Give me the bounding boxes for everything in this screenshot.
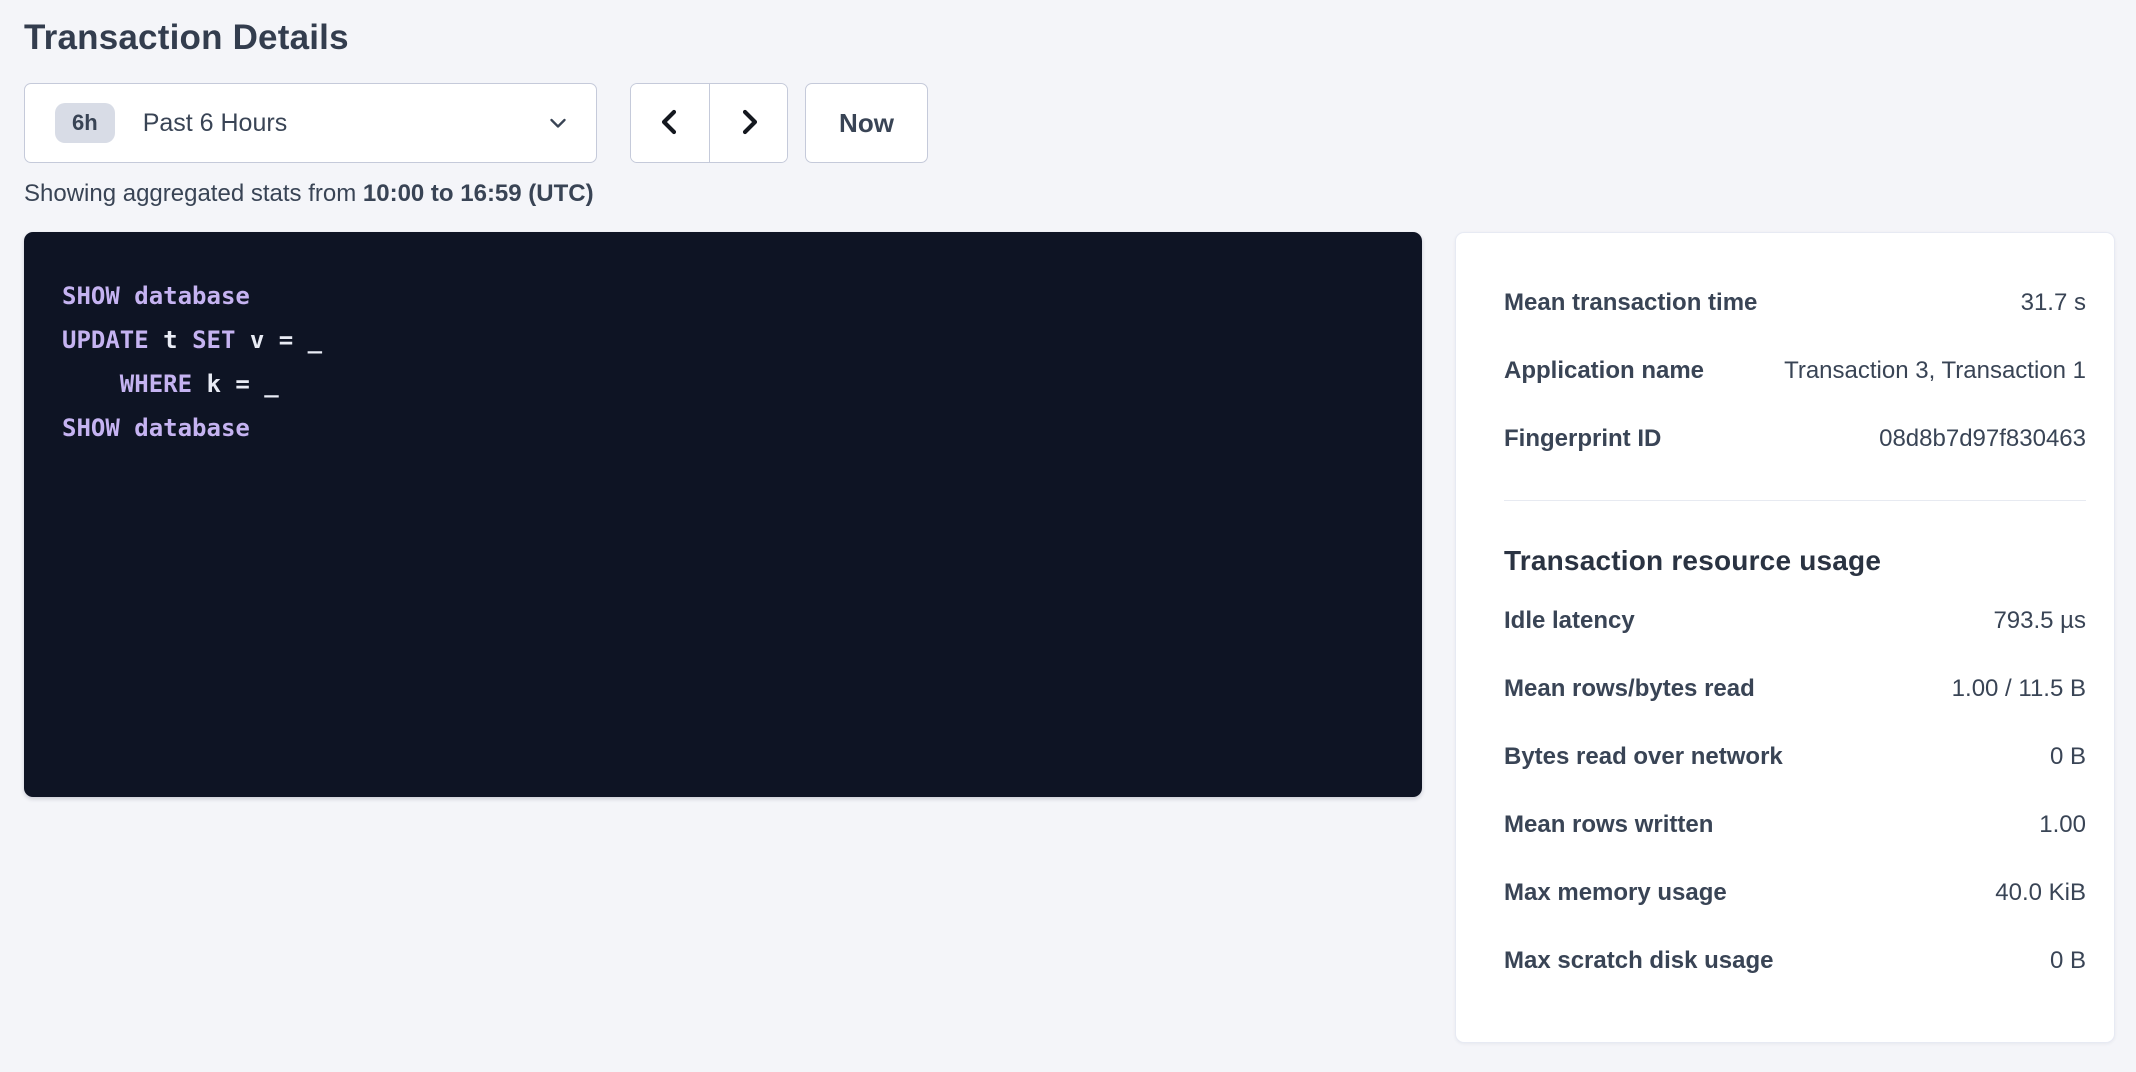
chevron-left-icon: [654, 106, 686, 141]
time-range-badge: 6h: [55, 103, 115, 143]
sql-statement-box: SHOW databaseUPDATE t SET v = _ WHERE k …: [24, 232, 1422, 797]
chevron-down-icon: [546, 111, 570, 135]
now-button[interactable]: Now: [805, 83, 928, 163]
sql-line: UPDATE t SET v = _: [62, 318, 1384, 362]
stat-value: 0 B: [2050, 947, 2086, 975]
stat-label: Mean rows written: [1504, 811, 1713, 839]
stat-label: Bytes read over network: [1504, 743, 1783, 771]
stat-value: Transaction 3, Transaction 1: [1784, 357, 2086, 385]
resource-usage-section: Idle latency 793.5 µs Mean rows/bytes re…: [1504, 587, 2086, 995]
time-picker-controls: 6h Past 6 Hours Now: [24, 83, 2115, 163]
time-range-select[interactable]: 6h Past 6 Hours: [24, 83, 597, 163]
stat-label: Mean rows/bytes read: [1504, 675, 1755, 703]
stat-value: 0 B: [2050, 743, 2086, 771]
stat-value: 793.5 µs: [1993, 607, 2086, 635]
page-title: Transaction Details: [24, 18, 2115, 58]
card-divider: [1504, 500, 2086, 501]
stat-value: 1.00 / 11.5 B: [1952, 675, 2086, 703]
stat-label: Mean transaction time: [1504, 289, 1757, 317]
next-time-range-button[interactable]: [709, 84, 787, 162]
summary-stats-section: Mean transaction time 31.7 s Application…: [1504, 269, 2086, 473]
sql-line: SHOW database: [62, 274, 1384, 318]
stat-value: 1.00: [2039, 811, 2086, 839]
stat-value: 08d8b7d97f830463: [1879, 425, 2086, 453]
stat-row: Max scratch disk usage 0 B: [1504, 927, 2086, 995]
main-content: SHOW databaseUPDATE t SET v = _ WHERE k …: [24, 232, 2115, 1043]
stat-value: 40.0 KiB: [1995, 879, 2086, 907]
stat-label: Max scratch disk usage: [1504, 947, 1773, 975]
sql-line: SHOW database: [62, 406, 1384, 450]
chevron-right-icon: [733, 106, 765, 141]
resource-usage-heading: Transaction resource usage: [1504, 545, 2086, 577]
transaction-details-card: Mean transaction time 31.7 s Application…: [1455, 232, 2115, 1043]
summary-prefix: Showing aggregated stats from: [24, 180, 356, 207]
stat-row: Idle latency 793.5 µs: [1504, 587, 2086, 655]
aggregated-stats-summary: Showing aggregated stats from 10:00 to 1…: [24, 180, 2115, 208]
stat-row: Max memory usage 40.0 KiB: [1504, 859, 2086, 927]
time-range-label: Past 6 Hours: [143, 109, 288, 138]
sql-line: WHERE k = _: [62, 362, 1384, 406]
stat-row: Mean rows written 1.00: [1504, 791, 2086, 859]
summary-time-range: 10:00 to 16:59 (UTC): [363, 180, 594, 207]
stat-label: Max memory usage: [1504, 879, 1727, 907]
stat-label: Idle latency: [1504, 607, 1635, 635]
stat-row: Application name Transaction 3, Transact…: [1504, 337, 2086, 405]
stat-value: 31.7 s: [2021, 289, 2086, 317]
stat-row: Fingerprint ID 08d8b7d97f830463: [1504, 405, 2086, 473]
transaction-details-page: Transaction Details 6h Past 6 Hours Now: [0, 0, 2136, 1072]
stat-label: Fingerprint ID: [1504, 425, 1661, 453]
stat-row: Bytes read over network 0 B: [1504, 723, 2086, 791]
prev-time-range-button[interactable]: [631, 84, 709, 162]
time-range-step-group: [630, 83, 788, 163]
stat-label: Application name: [1504, 357, 1704, 385]
stat-row: Mean transaction time 31.7 s: [1504, 269, 2086, 337]
stat-row: Mean rows/bytes read 1.00 / 11.5 B: [1504, 655, 2086, 723]
